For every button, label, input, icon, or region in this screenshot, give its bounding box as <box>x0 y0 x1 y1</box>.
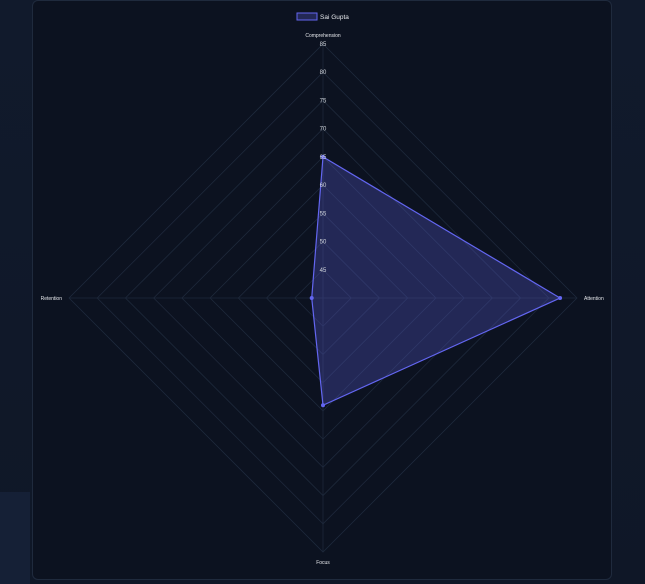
tick-label: 55 <box>320 211 327 217</box>
tick-label: 85 <box>320 42 327 48</box>
legend[interactable]: Sai Gupta <box>296 12 349 21</box>
radar-chart: Sai Gupta Comprehension Attention Focus … <box>41 12 604 566</box>
tick-label: 75 <box>320 98 327 104</box>
tick-label: 70 <box>320 127 327 133</box>
data-point[interactable] <box>558 296 563 300</box>
axis-label-comprehension: Comprehension <box>305 33 341 39</box>
series-area <box>311 155 562 407</box>
data-point[interactable] <box>321 403 325 408</box>
data-point[interactable] <box>309 296 314 300</box>
axis-label-focus: Focus <box>316 560 330 566</box>
tick-label: 45 <box>320 268 327 274</box>
axis-label-attention: Attention <box>584 296 604 302</box>
tick-label: 60 <box>320 183 327 189</box>
tick-label: 65 <box>320 155 327 161</box>
legend-swatch <box>296 12 318 21</box>
tick-label: 80 <box>320 70 327 76</box>
tick-label: 50 <box>320 240 327 246</box>
legend-label: Sai Gupta <box>320 14 349 21</box>
axis-label-retention: Retention <box>41 296 63 302</box>
radar-series <box>309 154 563 408</box>
